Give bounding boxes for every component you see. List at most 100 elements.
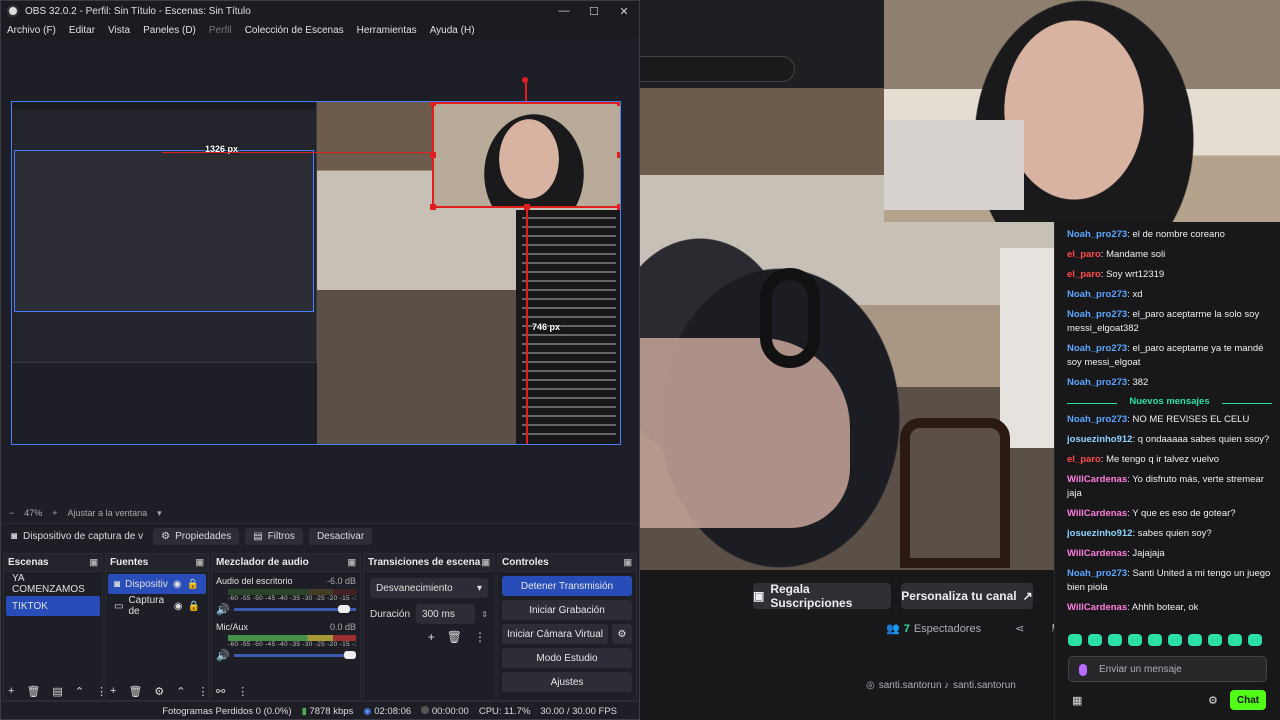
emote-icon[interactable]: [1228, 634, 1242, 646]
emote-icon[interactable]: [1188, 634, 1202, 646]
chat-username[interactable]: el_paro: [1067, 454, 1101, 465]
chat-username[interactable]: Noah_pro273: [1067, 414, 1127, 425]
chat-username[interactable]: WillCardenas: [1067, 602, 1127, 613]
emote-icon[interactable]: [1208, 634, 1222, 646]
properties-button[interactable]: ⚙ Propiedades: [153, 528, 240, 545]
social-tiktok[interactable]: ♪ santi.santorun: [944, 680, 1016, 691]
resize-handle[interactable]: [430, 102, 436, 106]
chat-username[interactable]: josuezinho912: [1067, 528, 1132, 539]
menu-paneles[interactable]: Paneles (D): [143, 25, 196, 36]
dock-menu-icon[interactable]: ▣: [195, 557, 204, 568]
dock-menu-icon[interactable]: ▣: [347, 557, 356, 568]
emote-icon[interactable]: [1128, 634, 1142, 646]
eye-icon[interactable]: ◉: [173, 579, 182, 590]
menu-herramientas[interactable]: Herramientas: [357, 25, 417, 36]
volume-slider[interactable]: [233, 650, 356, 659]
resize-handle[interactable]: [617, 204, 620, 210]
chat-username[interactable]: Noah_pro273: [1067, 309, 1127, 320]
chat-settings-icon[interactable]: ⚙: [1208, 694, 1218, 707]
emote-icon[interactable]: [1168, 634, 1182, 646]
spin-arrows-icon[interactable]: ⇕: [481, 610, 488, 619]
gear-icon[interactable]: ⚙: [154, 685, 164, 698]
volume-knob[interactable]: [337, 604, 350, 613]
chat-username[interactable]: Noah_pro273: [1067, 289, 1127, 300]
zoom-out-icon[interactable]: −: [9, 508, 14, 518]
add-icon[interactable]: +: [428, 630, 435, 644]
chat-message-input[interactable]: Enviar un mensaje: [1068, 656, 1267, 682]
chat-username[interactable]: Noah_pro273: [1067, 377, 1127, 388]
chat-send-button[interactable]: Chat: [1230, 690, 1266, 710]
customize-channel-button[interactable]: Personaliza tu canal ↗: [901, 583, 1033, 609]
emote-icon[interactable]: [1088, 634, 1102, 646]
preview-canvas[interactable]: 746 px 1326 px: [11, 101, 621, 445]
chat-username[interactable]: Noah_pro273: [1067, 343, 1127, 354]
source-item-selected[interactable]: ◙ Dispositiv ◉ 🔒: [108, 574, 206, 594]
more-icon[interactable]: ⋮: [237, 685, 248, 698]
eye-icon[interactable]: ◉: [174, 601, 183, 612]
gift-subs-button[interactable]: ▣ Regala Suscripciones: [753, 582, 891, 610]
stop-streaming-button[interactable]: Detener Transmisión: [502, 576, 632, 596]
menu-archivo[interactable]: Archivo (F): [7, 25, 56, 36]
volume-knob[interactable]: [344, 650, 356, 659]
lock-icon[interactable]: 🔒: [187, 579, 199, 590]
trash-icon[interactable]: 🗑: [447, 630, 462, 644]
chat-username[interactable]: WillCardenas: [1067, 508, 1127, 519]
start-recording-button[interactable]: Iniciar Grabación: [502, 600, 632, 620]
trash-icon[interactable]: 🗑: [26, 685, 40, 698]
selected-webcam-source[interactable]: [432, 102, 620, 208]
more-icon[interactable]: ⋮: [198, 685, 209, 698]
start-virtual-camera-button[interactable]: Iniciar Cámara Virtual: [502, 624, 608, 644]
add-icon[interactable]: +: [110, 685, 116, 698]
chat-username[interactable]: WillCardenas: [1067, 474, 1127, 485]
menu-coleccion-escenas[interactable]: Colección de Escenas: [245, 25, 344, 36]
mic-icon[interactable]: [1079, 664, 1087, 676]
menu-ayuda[interactable]: Ayuda (H): [430, 25, 475, 36]
chevron-down-icon[interactable]: ▾: [157, 508, 162, 519]
dock-menu-icon[interactable]: ▣: [89, 557, 98, 568]
chat-username[interactable]: WillCardenas: [1067, 548, 1127, 559]
chat-username[interactable]: Noah_pro273: [1067, 568, 1127, 579]
chat-username[interactable]: Noah_pro273: [1067, 229, 1127, 240]
minimize-icon[interactable]: —: [549, 1, 579, 21]
emote-icon[interactable]: [1248, 634, 1262, 646]
filters-button[interactable]: ▤ Filtros: [245, 528, 303, 545]
dock-menu-icon[interactable]: ▣: [623, 557, 632, 568]
chat-username[interactable]: el_paro: [1067, 249, 1101, 260]
menu-editar[interactable]: Editar: [69, 25, 95, 36]
social-instagram[interactable]: ◎ santi.santorun: [866, 680, 942, 691]
speaker-icon[interactable]: 🔊: [216, 603, 230, 616]
dock-menu-icon[interactable]: ▣: [481, 557, 490, 568]
virtual-camera-settings-icon[interactable]: ⚙: [612, 624, 632, 644]
emote-icon[interactable]: [1148, 634, 1162, 646]
preview-area[interactable]: 746 px 1326 px: [1, 39, 639, 505]
menu-perfil[interactable]: Perfil: [209, 25, 232, 36]
rotation-handle[interactable]: [522, 77, 528, 83]
duration-input[interactable]: 300 ms: [416, 604, 476, 624]
chat-username[interactable]: el_paro: [1067, 269, 1101, 280]
link-icon[interactable]: ⚯: [216, 685, 225, 698]
menu-vista[interactable]: Vista: [108, 25, 130, 36]
trash-icon[interactable]: 🗑: [128, 685, 142, 698]
site-search-input[interactable]: [640, 56, 795, 82]
scene-item-selected[interactable]: TIKTOK: [6, 596, 100, 616]
emote-icon[interactable]: [1068, 634, 1082, 646]
lock-icon[interactable]: 🔒: [188, 601, 200, 612]
resize-handle[interactable]: [617, 102, 620, 106]
zoom-in-icon[interactable]: +: [52, 508, 57, 518]
add-icon[interactable]: +: [8, 685, 14, 698]
scene-item[interactable]: YA COMENZAMOS: [6, 573, 100, 595]
more-icon[interactable]: ⋮: [474, 630, 486, 644]
maximize-icon[interactable]: ☐: [579, 1, 609, 21]
zoom-fit-option[interactable]: Ajustar a la ventana: [68, 508, 148, 518]
emote-icon[interactable]: [1108, 634, 1122, 646]
resize-handle[interactable]: [430, 204, 436, 210]
close-icon[interactable]: ✕: [609, 1, 639, 21]
chevron-up-icon[interactable]: ⌃: [75, 685, 84, 698]
gift-icon[interactable]: ▦: [1072, 694, 1082, 707]
chevron-up-icon[interactable]: ⌃: [176, 685, 185, 698]
share-icon[interactable]: ⋖: [1015, 622, 1024, 635]
volume-slider[interactable]: [233, 604, 356, 613]
settings-button[interactable]: Ajustes: [502, 672, 632, 692]
studio-mode-button[interactable]: Modo Estudio: [502, 648, 632, 668]
transition-type-select[interactable]: Desvanecimiento ▾: [370, 578, 488, 598]
